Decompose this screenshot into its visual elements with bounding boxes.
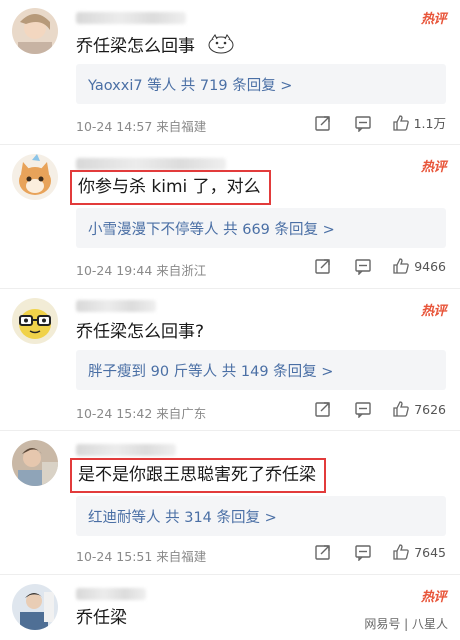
watermark: 网易号 | 八星人	[364, 617, 448, 631]
hot-comment-badge: 热评	[420, 12, 447, 27]
comment-icon[interactable]	[354, 543, 372, 562]
like-button[interactable]: 1.1万	[392, 113, 446, 132]
hot-comment-badge: 热评	[420, 590, 447, 605]
comment-text-highlighted: 你参与杀 kimi 了，对么	[70, 170, 271, 205]
comment-icon[interactable]	[354, 400, 372, 419]
comment-text: 乔任梁	[76, 608, 127, 628]
comment-icon[interactable]	[354, 114, 372, 133]
like-icon[interactable]	[392, 114, 410, 132]
reply-summary-text[interactable]: Yaoxxi7 等人 共 719 条回复 >	[88, 74, 292, 95]
share-icon[interactable]	[314, 400, 332, 418]
reply-summary-text[interactable]: 红迪耐等人 共 314 条回复 >	[88, 506, 277, 527]
username-blurred[interactable]	[76, 12, 186, 24]
avatar[interactable]	[12, 584, 58, 630]
like-icon[interactable]	[392, 257, 410, 275]
reply-summary[interactable]: 小雪漫漫下不停等人 共 669 条回复 >	[76, 208, 446, 248]
reply-summary-text[interactable]: 小雪漫漫下不停等人 共 669 条回复 >	[88, 218, 335, 239]
username-blurred[interactable]	[76, 158, 226, 170]
comment-text: 乔任梁怎么回事	[76, 32, 238, 61]
avatar[interactable]	[12, 8, 58, 54]
comment-text-value: 乔任梁怎么回事	[76, 36, 195, 57]
hot-comment-badge: 热评	[420, 160, 447, 175]
comment-actions: 1.1万	[292, 113, 446, 133]
comment-icon[interactable]	[354, 257, 372, 276]
comment-meta: 10-24 15:42 来自广东	[76, 406, 207, 421]
comment-meta: 10-24 14:57 来自福建	[76, 119, 207, 134]
comment-meta: 10-24 19:44 来自浙江	[76, 263, 207, 278]
comment-actions: 9466	[292, 257, 446, 276]
like-count: 9466	[414, 258, 446, 274]
divider	[0, 574, 460, 575]
reply-summary[interactable]: Yaoxxi7 等人 共 719 条回复 >	[76, 64, 446, 104]
avatar[interactable]	[12, 154, 58, 200]
username-blurred[interactable]	[76, 444, 176, 456]
avatar[interactable]	[12, 440, 58, 486]
comment-text: 乔任梁怎么回事?	[76, 322, 205, 342]
like-button[interactable]: 7626	[392, 400, 446, 418]
like-button[interactable]: 7645	[392, 543, 446, 561]
divider	[0, 430, 460, 431]
reply-summary[interactable]: 胖子瘦到 90 斤等人 共 149 条回复 >	[76, 350, 446, 390]
comment-actions: 7645	[292, 543, 446, 562]
share-icon[interactable]	[314, 114, 332, 132]
like-count: 1.1万	[413, 116, 446, 131]
divider	[0, 288, 460, 289]
divider	[0, 144, 460, 145]
username-blurred[interactable]	[76, 300, 156, 312]
comment-meta: 10-24 15:51 来自福建	[76, 549, 207, 564]
avatar[interactable]	[12, 298, 58, 344]
like-count: 7626	[414, 401, 446, 417]
share-icon[interactable]	[314, 543, 332, 561]
like-count: 7645	[414, 544, 446, 560]
like-button[interactable]: 9466	[392, 257, 446, 275]
comment-text-highlighted: 是不是你跟王思聪害死了乔任梁	[70, 458, 326, 493]
reply-summary[interactable]: 红迪耐等人 共 314 条回复 >	[76, 496, 446, 536]
comment-actions: 7626	[292, 400, 446, 419]
like-icon[interactable]	[392, 400, 410, 418]
username-blurred[interactable]	[76, 588, 146, 600]
share-icon[interactable]	[314, 257, 332, 275]
hot-comment-badge: 热评	[420, 304, 447, 319]
like-icon[interactable]	[392, 543, 410, 561]
sticker-emoji-icon	[204, 32, 238, 61]
reply-summary-text[interactable]: 胖子瘦到 90 斤等人 共 149 条回复 >	[88, 360, 333, 381]
